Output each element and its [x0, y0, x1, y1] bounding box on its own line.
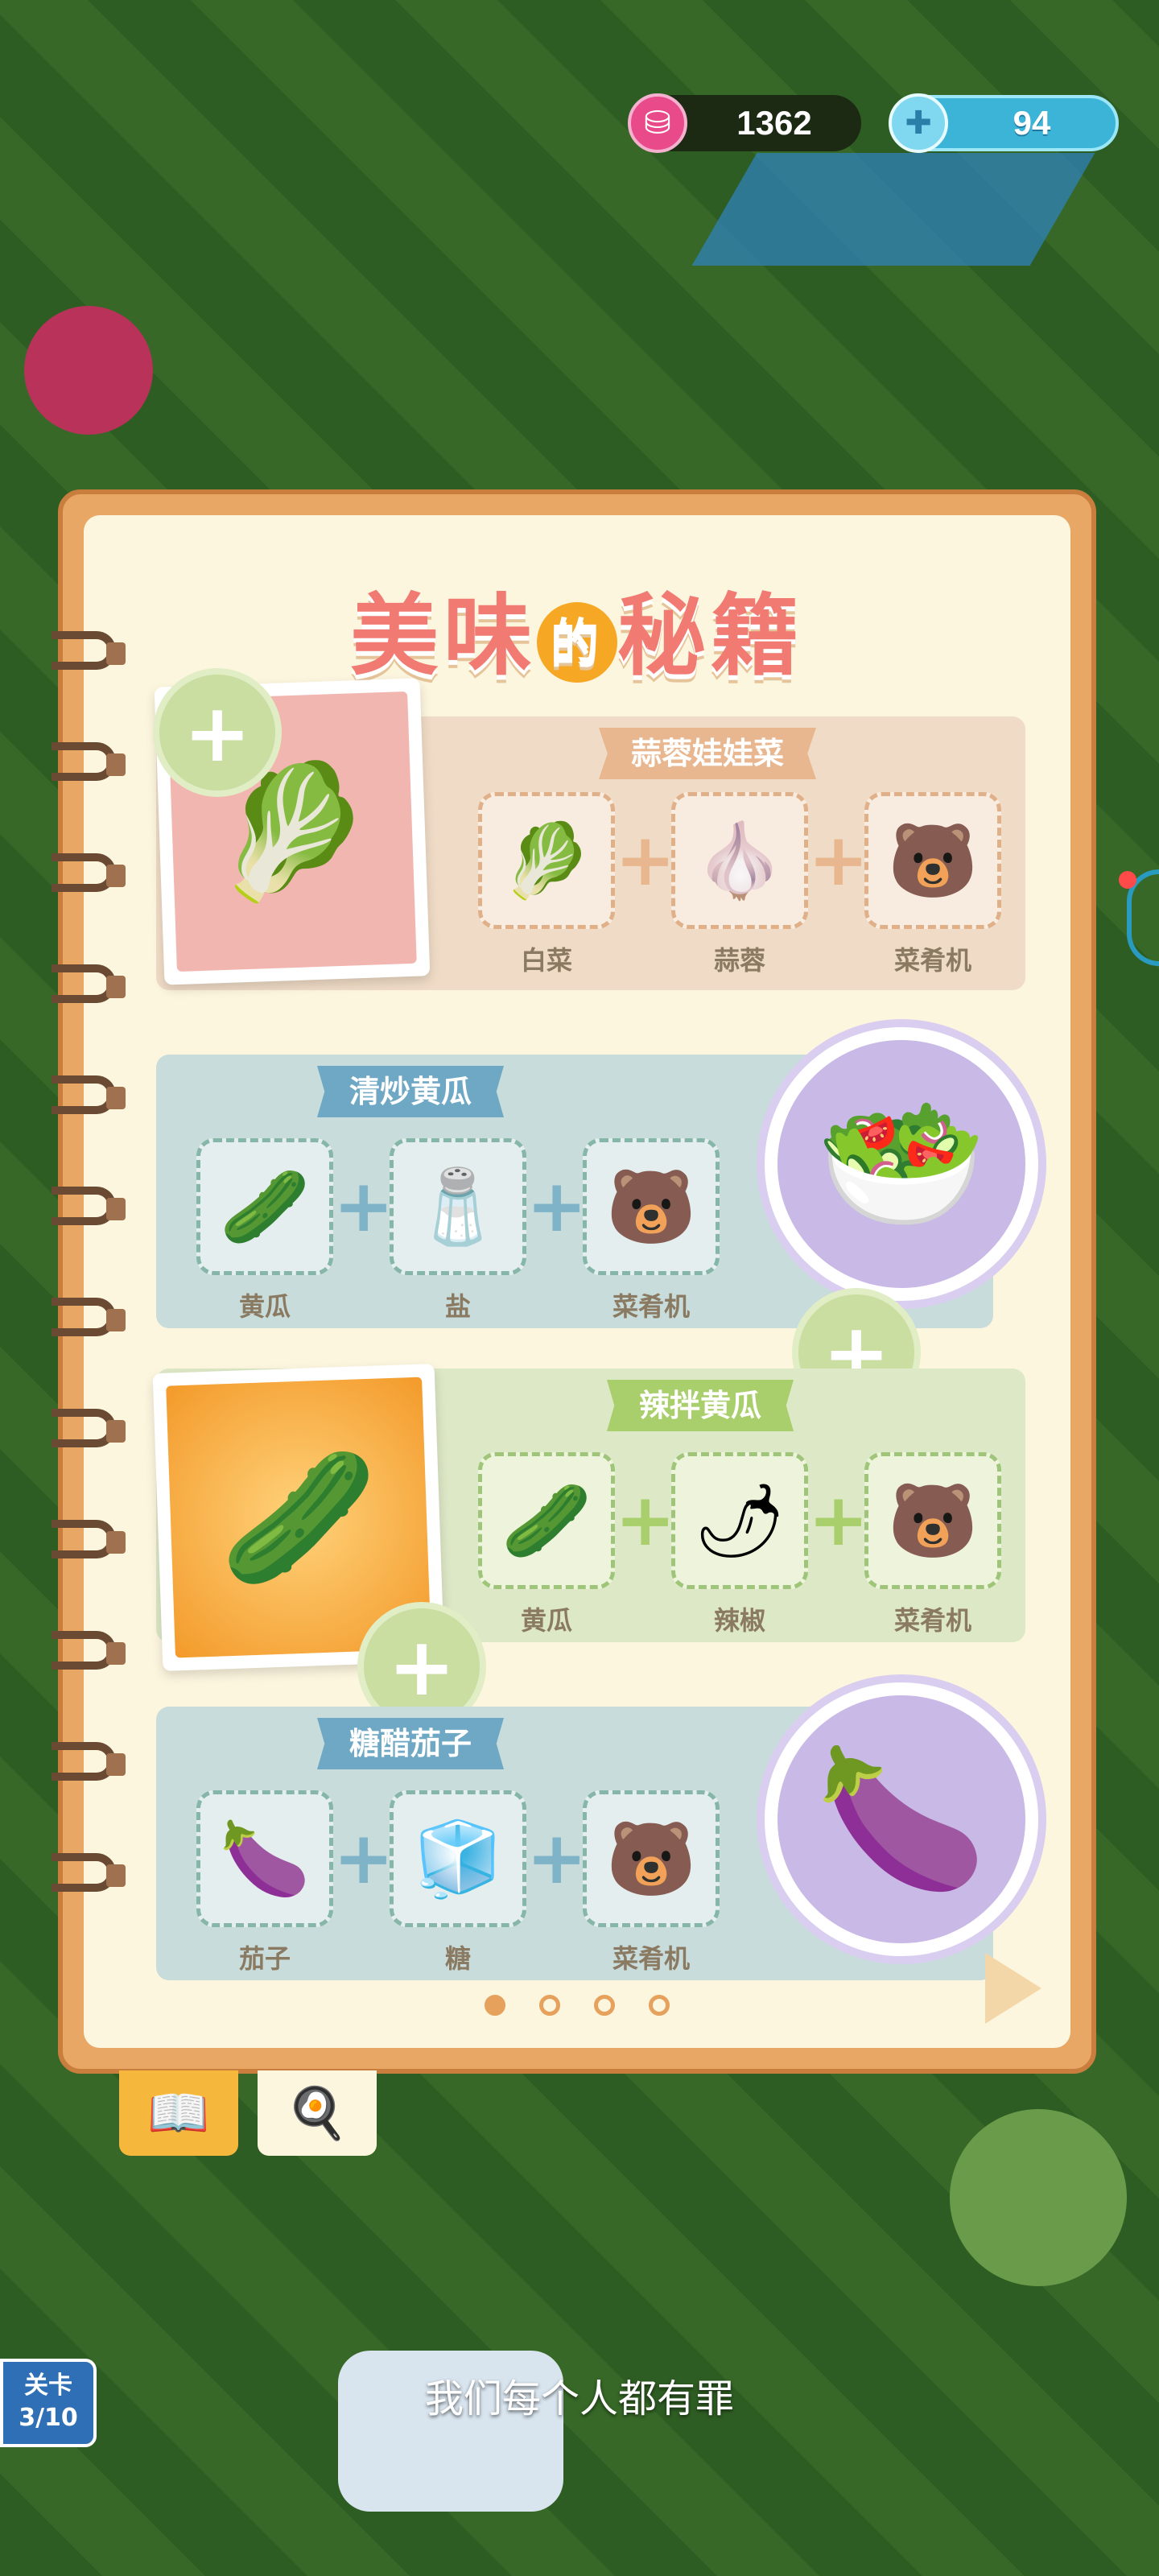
binding-ring [52, 1075, 126, 1114]
ingredient-item[interactable]: 🍆 茄子 [196, 1790, 333, 1975]
cucumber-icon: 🥒 [478, 1452, 615, 1589]
chef-hat-icon: 🍳 [286, 2083, 349, 2142]
binding-ring [52, 742, 126, 781]
title-part-3: 秘籍 [617, 584, 804, 687]
ingredient-label: 黄瓜 [238, 1291, 291, 1322]
binding-ring [52, 1853, 126, 1892]
ingredient-item[interactable]: 🥒 黄瓜 [196, 1138, 333, 1323]
cucumber-icon: 🥒 [196, 1138, 333, 1275]
page-dot[interactable] [649, 1995, 670, 2016]
ingredient-item[interactable]: 🧂 盐 [390, 1138, 526, 1323]
plus-icon: + [615, 1478, 676, 1563]
page-indicator [84, 1995, 1070, 2016]
recipe-name: 糖醋茄子 [317, 1718, 505, 1769]
recipe-book-panel: 美味的秘籍 蒜蓉娃娃菜 🥬 白菜 + 🧄 蒜蓉 + 🐻 菜肴机 🥬 + 清炒黄瓜 🥒 黄… [52, 489, 1096, 2074]
ingredient-label: 菜肴机 [612, 1943, 690, 1974]
ingredient-item[interactable]: 🐻 菜肴机 [583, 1138, 720, 1323]
cooking-machine-icon: 🐻 [583, 1790, 720, 1927]
ingredient-item[interactable]: 🌶 辣椒 [671, 1452, 808, 1637]
recipe-name: 清炒黄瓜 [317, 1066, 505, 1117]
book-tabs: 📖 🍳 [119, 2070, 377, 2156]
cooking-machine-icon: 🐻 [864, 792, 1001, 929]
add-recipe-button[interactable]: + [153, 668, 282, 797]
binding-ring [52, 1631, 126, 1670]
ingredient-label: 蒜蓉 [713, 945, 765, 976]
sweet-sour-eggplant-dish-icon: 🍆 [765, 1682, 1038, 1956]
ingredient-list: 🥒 黄瓜 + 🌶 辣椒 + 🐻 菜肴机 [478, 1452, 1001, 1637]
jam-count: 1362 [736, 104, 812, 142]
sugar-icon: 🧊 [390, 1790, 526, 1927]
river-decoration [691, 153, 1095, 266]
recipe-book-tab[interactable]: 📖 [119, 2070, 238, 2156]
binding-ring [52, 853, 126, 892]
title-part-2: 的 [537, 601, 617, 683]
jam-jar-decoration [24, 306, 153, 435]
eggplant-icon: 🍆 [196, 1790, 333, 1927]
ingredient-label: 菜肴机 [612, 1291, 690, 1322]
ingredient-label: 黄瓜 [520, 1605, 572, 1636]
binding-ring [52, 1187, 126, 1225]
binding-ring [52, 631, 126, 670]
jam-currency[interactable]: ⛁ 1362 [628, 93, 861, 153]
recipe-name: 蒜蓉娃娃菜 [599, 728, 817, 779]
gem-plus-icon[interactable]: ✚ [889, 93, 948, 153]
ingredient-list: 🥒 黄瓜 + 🧂 盐 + 🐻 菜肴机 [196, 1138, 720, 1323]
recipe-book-page: 美味的秘籍 蒜蓉娃娃菜 🥬 白菜 + 🧄 蒜蓉 + 🐻 菜肴机 🥬 + 清炒黄瓜 🥒 黄… [84, 515, 1070, 2048]
notification-dot [1119, 871, 1136, 889]
salt-icon: 🧂 [390, 1138, 526, 1275]
recipe-name: 辣拌黄瓜 [607, 1380, 794, 1431]
ingredient-list: 🥬 白菜 + 🧄 蒜蓉 + 🐻 菜肴机 [478, 792, 1001, 977]
ingredient-label: 菜肴机 [893, 1605, 971, 1636]
page-dot[interactable] [539, 1995, 560, 2016]
ingredient-label: 盐 [444, 1291, 471, 1322]
plus-icon: + [333, 1816, 394, 1901]
ingredient-list: 🍆 茄子 + 🧊 糖 + 🐻 菜肴机 [196, 1790, 720, 1975]
jam-jar-icon: ⛁ [628, 93, 687, 153]
binding-ring [52, 1742, 126, 1781]
ingredient-item[interactable]: 🧊 糖 [390, 1790, 526, 1975]
gem-count: 94 [1013, 104, 1051, 142]
binding-ring [52, 1298, 126, 1336]
plus-icon: + [808, 818, 869, 902]
notebook-binding [52, 631, 148, 1964]
stir-fried-cucumber-dish-icon: 🥗 [765, 1027, 1038, 1301]
ingredient-label: 辣椒 [713, 1605, 765, 1636]
ingredient-item[interactable]: 🥒 黄瓜 [478, 1452, 615, 1637]
plus-icon: + [808, 1478, 869, 1563]
cooking-machine-icon: 🐻 [583, 1138, 720, 1275]
ingredient-label: 茄子 [238, 1943, 291, 1974]
chili-pepper-icon: 🌶 [671, 1452, 808, 1589]
ingredient-label: 糖 [444, 1943, 471, 1974]
ingredient-item[interactable]: 🐻 菜肴机 [864, 1452, 1001, 1637]
next-page-arrow-icon[interactable] [985, 1953, 1041, 2024]
binding-ring [52, 1520, 126, 1558]
cabbage-icon: 🥬 [478, 792, 615, 929]
title-part-1: 美味 [350, 584, 537, 687]
ingredient-label: 菜肴机 [893, 945, 971, 976]
cooking-machine-icon: 🐻 [864, 1452, 1001, 1589]
ingredient-item[interactable]: 🥬 白菜 [478, 792, 615, 977]
plus-icon: + [526, 1164, 588, 1249]
binding-ring [52, 964, 126, 1003]
plus-icon: + [615, 818, 676, 902]
plus-icon: + [526, 1816, 588, 1901]
garlic-icon: 🧄 [671, 792, 808, 929]
chef-hat-tab[interactable]: 🍳 [258, 2070, 377, 2156]
plus-icon: + [333, 1164, 394, 1249]
page-dot[interactable] [485, 1995, 505, 2016]
page-dot[interactable] [594, 1995, 615, 2016]
recipe-book-icon: 📖 [147, 2083, 210, 2142]
subtitle-caption: 我们每个人都有罪 [424, 2376, 734, 2421]
ingredient-item[interactable]: 🧄 蒜蓉 [671, 792, 808, 977]
ingredient-label: 白菜 [520, 945, 572, 976]
tree-decoration [950, 2109, 1127, 2286]
binding-ring [52, 1409, 126, 1447]
ingredient-item[interactable]: 🐻 菜肴机 [864, 792, 1001, 977]
ingredient-item[interactable]: 🐻 菜肴机 [583, 1790, 720, 1975]
gem-currency[interactable]: ✚ 94 [889, 93, 1119, 153]
